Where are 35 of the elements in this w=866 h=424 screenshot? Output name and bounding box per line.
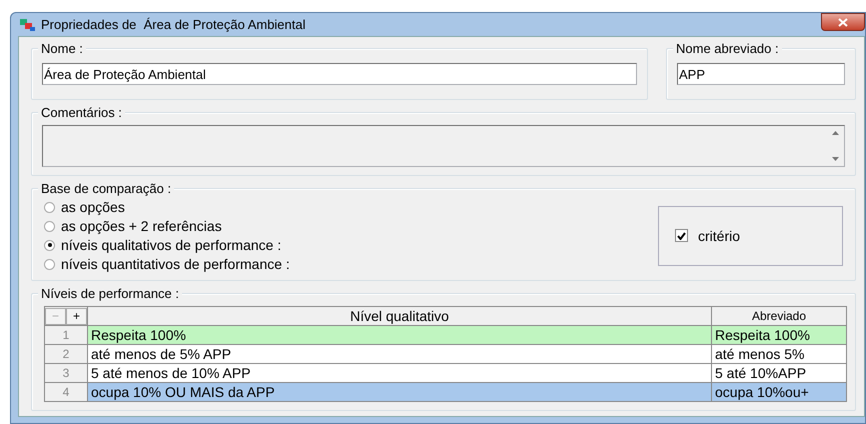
table-cell: Respeita 100% — [88, 326, 712, 344]
group-label: Comentários : — [38, 105, 125, 120]
scroll-down-icon — [832, 157, 839, 161]
column-header: Nível qualitativo — [88, 306, 712, 326]
comments-field[interactable] — [42, 125, 845, 167]
row-number: 1 — [44, 326, 88, 344]
criterion-checkbox[interactable]: critério — [658, 206, 843, 266]
radio-option[interactable]: níveis qualitativos de performance : — [42, 237, 658, 253]
group-label: Níveis de performance : — [38, 286, 182, 301]
group-label: Nome : — [38, 41, 86, 56]
scroll-up-icon — [832, 131, 839, 135]
table-cell: 5 até 10%APP — [712, 364, 846, 382]
radio-option[interactable]: as opções — [42, 199, 658, 215]
row-number: 3 — [44, 364, 88, 382]
group-label: Base de comparação : — [38, 181, 174, 196]
table-cell: Respeita 100% — [712, 326, 846, 344]
table-cell: ocupa 10% OU MAIS da APP — [88, 382, 712, 402]
table-cell: até menos 5% — [712, 344, 846, 364]
close-button[interactable] — [821, 13, 865, 31]
short-name-field[interactable]: APP — [677, 63, 845, 85]
name-field[interactable]: Área de Proteção Ambiental — [42, 63, 637, 85]
close-icon — [838, 18, 848, 26]
window-title: Propriedades de Área de Proteção Ambiental — [41, 17, 306, 32]
row-number: 4 — [44, 382, 88, 402]
app-icon — [20, 18, 36, 32]
radio-option[interactable]: níveis quantitativos de performance : — [42, 256, 658, 272]
check-icon — [677, 232, 686, 240]
table-cell: 5 até menos de 10% APP — [88, 364, 712, 382]
group-label: Nome abreviado : — [673, 41, 782, 56]
table-cell: ocupa 10%ou+ — [712, 382, 846, 402]
add-button[interactable]: + — [66, 308, 87, 324]
table-cell: até menos de 5% APP — [88, 344, 712, 364]
radio-option[interactable]: as opções + 2 referências — [42, 218, 658, 234]
row-number: 2 — [44, 344, 88, 364]
column-header: Abreviado — [712, 306, 846, 326]
